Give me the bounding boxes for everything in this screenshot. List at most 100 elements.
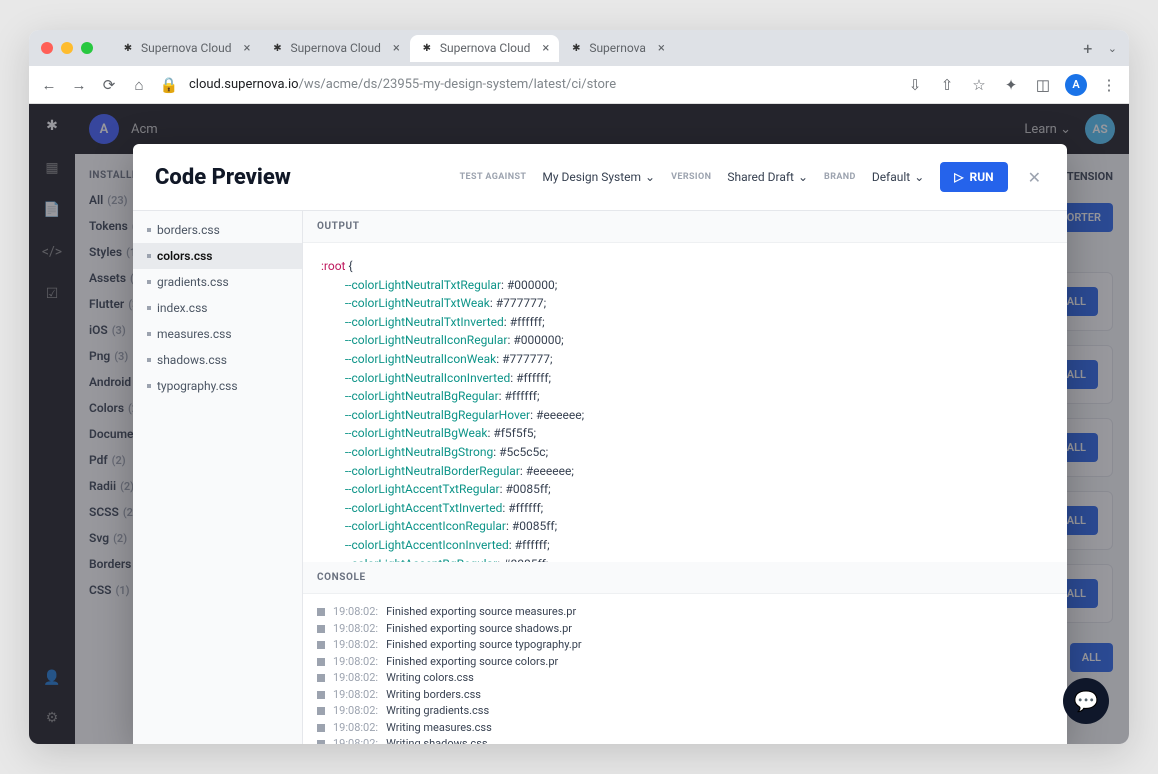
url-display[interactable]: cloud.supernova.io/ws/acme/ds/23955-my-d… <box>189 77 895 92</box>
menu-icon[interactable]: ⋮ <box>1099 76 1119 94</box>
console-message: Writing borders.css <box>386 687 481 704</box>
close-window-icon[interactable] <box>41 42 53 54</box>
profile-avatar[interactable]: A <box>1065 74 1087 96</box>
code-line: --colorLightAccentIconInverted: #ffffff; <box>321 536 1049 555</box>
run-button[interactable]: ▷RUN <box>940 162 1007 192</box>
code-line: --colorLightNeutralBorderRegular: #eeeee… <box>321 462 1049 481</box>
console-line: 19:08:02: Finished exporting source measu… <box>317 604 1053 621</box>
sidepanel-icon[interactable]: ◫ <box>1033 76 1053 94</box>
address-bar: ← → ⟳ ⌂ 🔒 cloud.supernova.io/ws/acme/ds/… <box>29 66 1129 104</box>
favicon-icon: ✱ <box>569 41 583 55</box>
browser-tab[interactable]: ✱ Supernova Cloud × <box>260 35 409 62</box>
favicon-icon: ✱ <box>420 41 434 55</box>
console-line: 19:08:02:Finished exporting source shado… <box>317 621 1053 638</box>
code-line: --colorLightNeutralBgRegular: #ffffff; <box>321 387 1049 406</box>
tab-close-icon[interactable]: × <box>393 41 400 56</box>
code-line: --colorLightNeutralIconWeak: #777777; <box>321 350 1049 369</box>
tab-title: Supernova Cloud <box>141 41 231 55</box>
console-message: Finished exporting source measures.pr <box>386 604 576 621</box>
maximize-window-icon[interactable] <box>81 42 93 54</box>
modal-close-icon[interactable]: ✕ <box>1024 168 1045 187</box>
file-list: borders.csscolors.cssgradients.cssindex.… <box>133 211 303 744</box>
install-icon[interactable]: ⇩ <box>905 76 925 94</box>
version-dropdown[interactable]: Shared Draft ⌄ <box>727 170 808 184</box>
console-message: Writing colors.css <box>386 670 474 687</box>
modal-header: Code Preview TEST AGAINST My Design Syst… <box>133 144 1067 210</box>
code-output[interactable]: :root { --colorLightNeutralTxtRegular: #… <box>303 243 1067 562</box>
share-icon[interactable]: ⇧ <box>937 76 957 94</box>
code-line: --colorLightNeutralTxtInverted: #ffffff; <box>321 313 1049 332</box>
status-square-icon <box>317 740 325 744</box>
status-square-icon <box>317 641 325 649</box>
console-output[interactable]: 19:08:02: Finished exporting source measu… <box>303 594 1067 744</box>
reload-icon[interactable]: ⟳ <box>99 76 119 94</box>
console-timestamp: 19:08:02: <box>333 637 378 654</box>
code-line: --colorLightNeutralBgRegularHover: #eeee… <box>321 406 1049 425</box>
console-line: 19:08:02:Writing shadows.css <box>317 736 1053 744</box>
extensions-icon[interactable]: ✦ <box>1001 76 1021 94</box>
favicon-icon: ✱ <box>270 41 284 55</box>
modal-title: Code Preview <box>155 165 291 190</box>
console-timestamp: 19:08:02: <box>333 604 378 621</box>
file-item[interactable]: shadows.css <box>133 347 302 373</box>
status-square-icon <box>317 625 325 633</box>
forward-icon[interactable]: → <box>69 76 89 94</box>
file-item[interactable]: typography.css <box>133 373 302 399</box>
file-item[interactable]: index.css <box>133 295 302 321</box>
file-item[interactable]: colors.css <box>133 243 302 269</box>
code-line: :root { <box>321 257 1049 276</box>
tab-title: Supernova <box>589 41 646 55</box>
tab-close-icon[interactable]: × <box>658 41 665 56</box>
status-square-icon <box>317 674 325 682</box>
console-line: 19:08:02: Writing borders.css <box>317 687 1053 704</box>
console-line: 19:08:02: Writing colors.css <box>317 670 1053 687</box>
back-icon[interactable]: ← <box>39 76 59 94</box>
file-item[interactable]: borders.css <box>133 217 302 243</box>
code-line: --colorLightAccentTxtInverted: #ffffff; <box>321 499 1049 518</box>
browser-tab[interactable]: ✱ Supernova × <box>559 35 675 62</box>
output-column: OUTPUT :root { --colorLightNeutralTxtReg… <box>303 211 1067 744</box>
status-square-icon <box>317 608 325 616</box>
console-message: Finished exporting source typography.pr <box>386 637 582 654</box>
browser-tab[interactable]: ✱ Supernova Cloud × <box>410 35 559 62</box>
console-message: Finished exporting source shadows.pr <box>386 621 572 638</box>
console-timestamp: 19:08:02: <box>333 670 378 687</box>
test-against-dropdown[interactable]: My Design System ⌄ <box>542 170 655 184</box>
console-timestamp: 19:08:02: <box>333 720 378 737</box>
browser-window: ✱ Supernova Cloud × ✱ Supernova Cloud × ✱ Super… <box>29 30 1129 744</box>
minimize-window-icon[interactable] <box>61 42 73 54</box>
browser-tab[interactable]: ✱ Supernova Cloud × <box>111 35 260 62</box>
tab-title: Supernova Cloud <box>290 41 380 55</box>
file-item[interactable]: measures.css <box>133 321 302 347</box>
code-line: --colorLightAccentTxtRegular: #0085ff; <box>321 480 1049 499</box>
file-item[interactable]: gradients.css <box>133 269 302 295</box>
window-controls <box>41 42 93 54</box>
tabs-dropdown-icon[interactable]: ⌄ <box>1108 42 1117 55</box>
tab-title: Supernova Cloud <box>440 41 530 55</box>
code-line: --colorLightNeutralBgWeak: #f5f5f5; <box>321 424 1049 443</box>
browser-tabs: ✱ Supernova Cloud × ✱ Supernova Cloud × ✱ Super… <box>111 35 1068 62</box>
console-timestamp: 19:08:02: <box>333 687 378 704</box>
status-square-icon <box>317 724 325 732</box>
code-line: --colorLightNeutralTxtWeak: #777777; <box>321 294 1049 313</box>
tab-close-icon[interactable]: × <box>542 41 549 56</box>
app-content: ✱ ▦ 📄 </> ☑ 👤 ⚙ A Acm Learn ⌄ AS INSTALL… <box>29 104 1129 744</box>
favicon-icon: ✱ <box>121 41 135 55</box>
brand-dropdown[interactable]: Default ⌄ <box>872 170 924 184</box>
console-line: 19:08:02:Finished exporting source color… <box>317 654 1053 671</box>
status-square-icon <box>317 658 325 666</box>
console-message: Writing measures.css <box>386 720 492 737</box>
code-preview-modal: Code Preview TEST AGAINST My Design Syst… <box>133 144 1067 744</box>
new-tab-button[interactable]: + <box>1076 36 1100 60</box>
star-icon[interactable]: ☆ <box>969 76 989 94</box>
chat-bubble-icon[interactable]: 💬 <box>1063 678 1109 724</box>
lock-icon: 🔒 <box>159 76 179 94</box>
tab-close-icon[interactable]: × <box>243 41 250 56</box>
console-line: 19:08:02:Writing gradients.css <box>317 703 1053 720</box>
output-label: OUTPUT <box>303 211 1067 243</box>
brand-label: BRAND <box>824 172 856 182</box>
home-icon[interactable]: ⌂ <box>129 76 149 94</box>
test-against-label: TEST AGAINST <box>460 172 527 182</box>
status-square-icon <box>317 707 325 715</box>
console-message: Writing shadows.css <box>386 736 487 744</box>
